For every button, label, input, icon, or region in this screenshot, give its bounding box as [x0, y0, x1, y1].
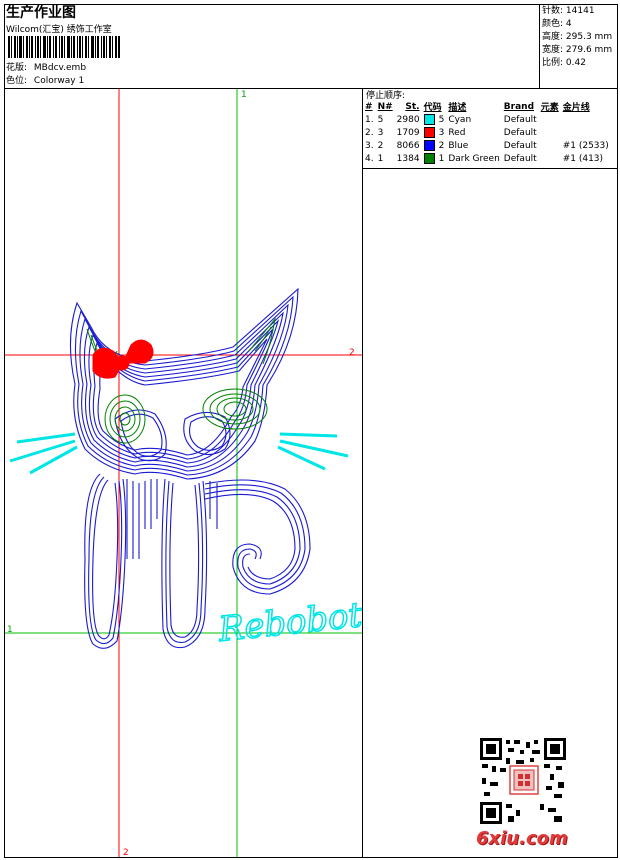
row-sequin	[561, 126, 611, 139]
colorway-value: Colorway 1	[33, 76, 85, 86]
stats-block: 针数: 14141 颜色: 4 高度: 295.3 mm 宽度: 279.6 m…	[542, 5, 612, 70]
scale-row: 比例: 0.42	[542, 57, 612, 70]
col-n: N#	[377, 101, 393, 112]
row-brand: Default	[503, 153, 537, 164]
col-code: 代码	[423, 103, 442, 113]
row-element	[539, 113, 561, 126]
color-swatch	[423, 140, 435, 151]
row-swatch	[422, 152, 437, 165]
watermark-text: 6xiu.com	[476, 828, 568, 849]
row-stitches: 1384	[396, 153, 420, 164]
row-num: 3.	[365, 140, 374, 151]
row-brand: Default	[503, 114, 537, 125]
stop-row: 1. 5 2980 5 Cyan Default	[363, 113, 611, 126]
colorway-label: 色位:	[6, 76, 28, 86]
row-num: 2.	[365, 127, 374, 138]
page-title: 生产作业图	[6, 5, 76, 21]
row-num: 4.	[365, 153, 374, 164]
row-desc: Blue	[448, 140, 469, 151]
row-desc: Red	[448, 127, 466, 138]
design-file-value: MBdcv.emb	[33, 63, 87, 73]
qr-code	[480, 738, 566, 824]
width-row: 宽度: 279.6 mm	[542, 44, 612, 57]
row-code: 3	[438, 127, 445, 138]
colors-row: 颜色: 4	[542, 18, 612, 31]
guide-h-red-label: 2	[349, 348, 355, 358]
row-sequin: #1 (2533)	[562, 140, 609, 151]
stop-row: 4. 1 1384 1 Dark Green Default #1 (413)	[363, 152, 611, 165]
width-value: 279.6 mm	[565, 45, 613, 55]
row-desc: Cyan	[448, 114, 472, 125]
design-file-label: 花版:	[6, 63, 28, 73]
scale-label: 比例:	[542, 58, 564, 68]
col-num: #	[365, 101, 373, 112]
row-needle: 5	[377, 114, 384, 125]
stop-sequence-table: # N# St. 代码 描述 Brand 元素 金片线 1. 5 2980 5 Cyan…	[363, 100, 611, 165]
row-sequin	[561, 113, 611, 126]
col-element: 元素	[540, 103, 559, 113]
col-stitches: St.	[405, 101, 420, 112]
height-row: 高度: 295.3 mm	[542, 31, 612, 44]
colors-value: 4	[565, 19, 572, 29]
row-desc: Dark Green	[448, 153, 500, 164]
row-code: 2	[438, 140, 445, 151]
stop-sequence-header: # N# St. 代码 描述 Brand 元素 金片线	[363, 100, 611, 114]
guide-v-green-label: 1	[241, 90, 247, 100]
stops-divider	[362, 168, 618, 169]
design-lettering: Rebobotb	[216, 593, 362, 650]
scale-value: 0.42	[565, 58, 586, 68]
width-label: 宽度:	[542, 45, 564, 55]
row-stitches: 2980	[396, 114, 420, 125]
stitches-value: 14141	[565, 6, 595, 16]
row-stitches: 8066	[396, 140, 420, 151]
stop-row: 2. 3 1709 3 Red Default	[363, 126, 611, 139]
col-brand: Brand	[503, 101, 535, 112]
row-swatch	[422, 139, 437, 152]
row-brand: Default	[503, 127, 537, 138]
design-canvas: 1 2 1 2 Rebobotb	[5, 89, 362, 857]
row-swatch	[422, 126, 437, 139]
row-element	[539, 139, 561, 152]
guide-h-green-label: 1	[7, 625, 13, 635]
color-swatch	[423, 127, 435, 138]
row-stitches: 1709	[396, 127, 420, 138]
height-value: 295.3 mm	[565, 32, 613, 42]
cat-embroidery	[69, 287, 311, 649]
panel-divider	[362, 88, 363, 858]
company-name: Wilcom(汇宝) 绣饰工作室	[6, 25, 112, 35]
colors-label: 颜色:	[542, 19, 564, 29]
stitches-row: 针数: 14141	[542, 5, 612, 18]
row-needle: 1	[377, 153, 384, 164]
watermark-logo: 6xiu.com	[476, 828, 568, 849]
row-needle: 3	[377, 127, 384, 138]
row-code: 1	[438, 153, 445, 164]
stitches-label: 针数:	[542, 6, 564, 16]
color-swatch	[423, 153, 435, 164]
header-stats-divider	[539, 4, 540, 88]
col-sequin: 金片线	[562, 103, 590, 113]
row-num: 1.	[365, 114, 374, 125]
row-code: 5	[438, 114, 445, 125]
cat-whiskers	[9, 432, 349, 475]
colorway-row: 色位: Colorway 1	[6, 75, 84, 88]
row-sequin: #1 (413)	[562, 153, 604, 164]
row-element	[539, 152, 561, 165]
row-needle: 2	[377, 140, 384, 151]
row-swatch	[422, 113, 437, 126]
color-swatch	[423, 114, 435, 125]
stop-row: 3. 2 8066 2 Blue Default #1 (2533)	[363, 139, 611, 152]
row-element	[539, 126, 561, 139]
design-file-row: 花版: MBdcv.emb	[6, 62, 86, 75]
row-brand: Default	[503, 140, 537, 151]
col-desc: 描述	[448, 103, 467, 113]
guide-v-red-label: 2	[123, 848, 129, 857]
height-label: 高度:	[542, 32, 564, 42]
barcode	[8, 36, 120, 58]
